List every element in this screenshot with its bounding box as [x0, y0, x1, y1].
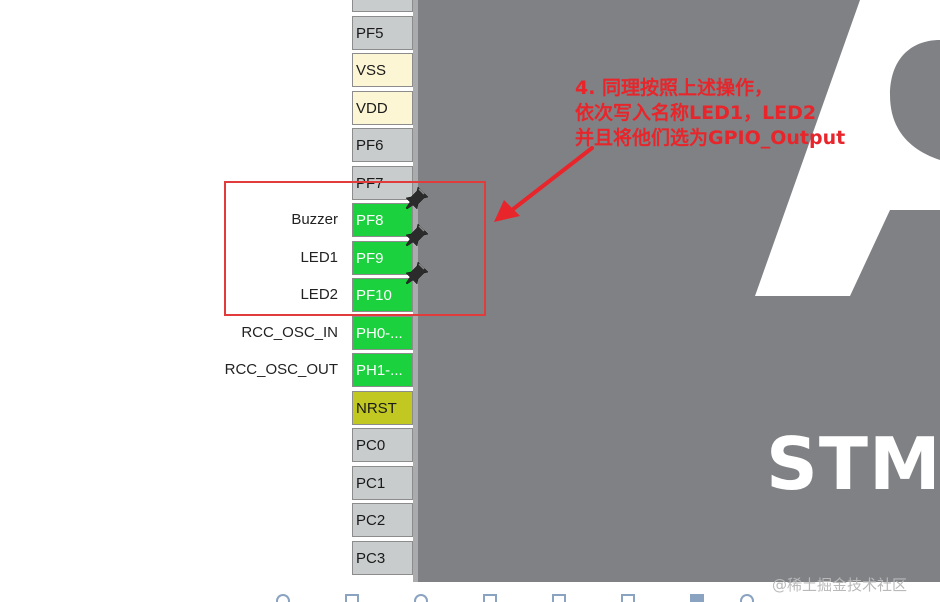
annotation-line-1: 4. 同理按照上述操作，: [575, 77, 774, 99]
fit-icon[interactable]: [345, 594, 359, 602]
annotation-line-3: 并且将他们选为GPIO_Output: [575, 127, 846, 149]
rotate-back-icon[interactable]: [552, 594, 566, 602]
pinout-view: STM3 PF4PF5VSSVDDPF6PF7PF8BuzzerPF9LED1P…: [0, 0, 940, 602]
annotation-line-2: 依次写入名称LED1，LED2: [575, 102, 817, 124]
search-icon[interactable]: [740, 594, 754, 602]
rotate-icon[interactable]: [483, 594, 497, 602]
annotation-note: 4. 同理按照上述操作， 依次写入名称LED1，LED2 并且将他们选为GPIO…: [575, 76, 845, 151]
grid-icon[interactable]: [621, 594, 635, 602]
zoom-out-icon[interactable]: [414, 594, 428, 602]
watermark: @稀土掘金技术社区: [772, 576, 908, 594]
export-icon[interactable]: [690, 594, 704, 602]
zoom-in-icon[interactable]: [276, 594, 290, 602]
